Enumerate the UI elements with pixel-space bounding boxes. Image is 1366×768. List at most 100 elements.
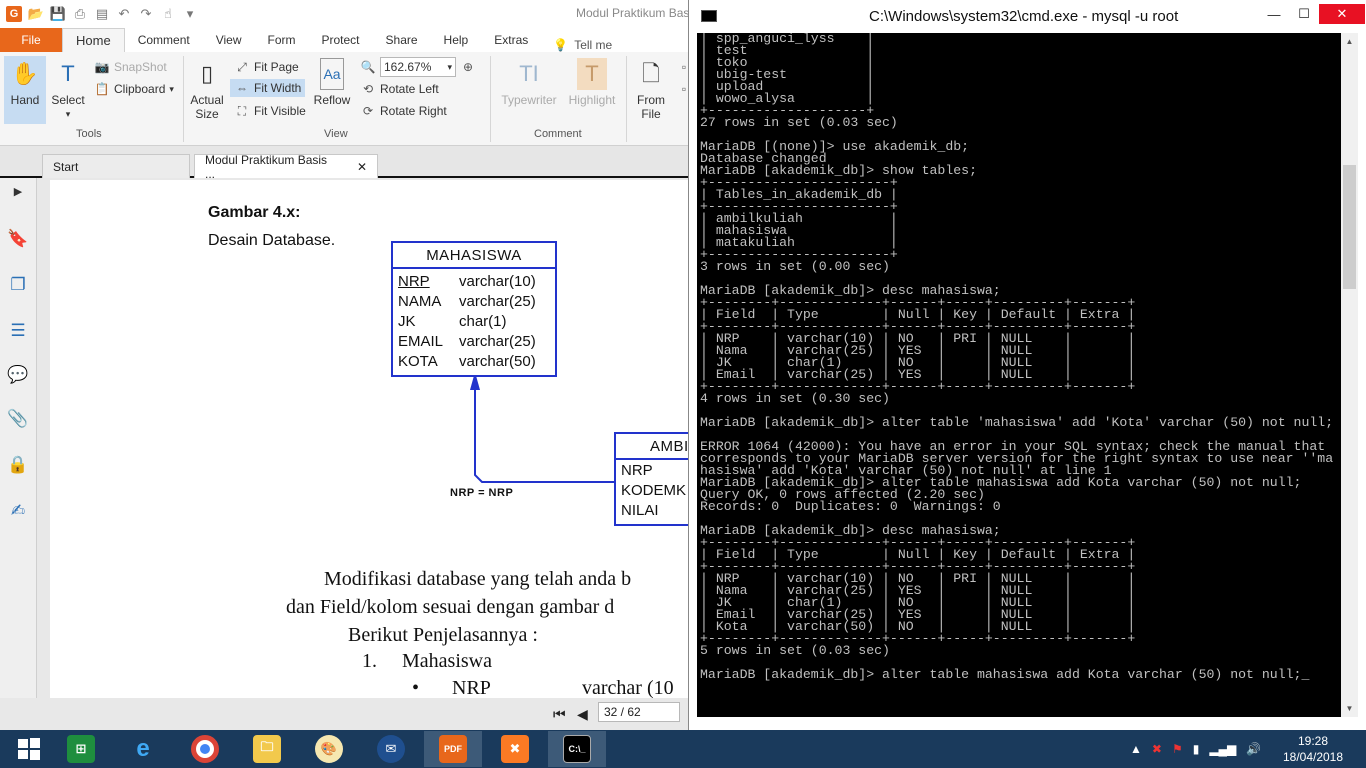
tab-form[interactable]: Form [255, 28, 309, 52]
scroll-up-icon[interactable]: ▲ [1341, 33, 1358, 50]
xampp-icon: ✖ [501, 735, 529, 763]
cmd-window: C:\Windows\system32\cmd.exe - mysql -u r… [688, 0, 1366, 730]
group-label-view: View [324, 128, 348, 140]
tab-start[interactable]: Start [42, 154, 190, 178]
show-hidden-icons-icon[interactable]: ▲ [1130, 742, 1142, 756]
taskbar-clock[interactable]: 19:28 18/04/2018 [1278, 733, 1348, 765]
taskbar-xampp[interactable]: ✖ [486, 731, 544, 767]
typewriter-button[interactable]: TI Typewriter [498, 58, 560, 108]
volume-icon[interactable]: 🔊 [1246, 742, 1261, 756]
tab-view[interactable]: View [203, 28, 255, 52]
console-output[interactable]: | spp_anguci_lyss | | test | | toko | | … [697, 33, 1341, 717]
open-icon[interactable]: 📂 [28, 6, 44, 22]
zoom-out-icon[interactable]: 🔍 [360, 59, 376, 75]
typewriter-icon: TI [519, 61, 539, 86]
tab-document[interactable]: Modul Praktikum Basis ... ✕ [194, 153, 378, 181]
first-page-icon[interactable]: ⏮ [553, 706, 566, 723]
fit-page-button[interactable]: ⤢ Fit Page [234, 59, 299, 75]
scroll-down-icon[interactable]: ▼ [1341, 700, 1358, 717]
windows-logo-icon [18, 738, 40, 760]
tab-extras[interactable]: Extras [481, 28, 541, 52]
bookmark-icon[interactable]: 🔖 [7, 228, 29, 250]
fit-width-icon: ⇔ [236, 81, 248, 95]
start-button[interactable] [0, 731, 58, 767]
taskbar-pdf-reader[interactable]: PDF [424, 731, 482, 767]
palette-icon: 🎨 [315, 735, 343, 763]
rotate-right-button[interactable]: ⟳ Rotate Right [360, 103, 447, 119]
bullet-icon: • [412, 677, 420, 698]
document-tabs: Start Modul Praktikum Basis ... ✕ [0, 146, 700, 181]
hand-tool-icon[interactable]: ☝ [160, 6, 176, 22]
rotate-left-button[interactable]: ⟲ Rotate Left [360, 81, 439, 97]
zoom-select[interactable]: 162.67% ▾ [380, 57, 456, 77]
quick-access-toolbar: G 📂 💾 ⎙ ▤ ↶ ↷ ☝ ▾ Modul Praktikum Bas [0, 0, 700, 28]
expand-panel-icon[interactable]: ▶ [7, 180, 29, 202]
signature-icon[interactable]: ✍ [7, 500, 29, 522]
pages-icon[interactable]: ❐ [7, 274, 29, 296]
console-icon [701, 10, 717, 22]
tab-protect[interactable]: Protect [309, 28, 373, 52]
layers-icon[interactable]: ☰ [7, 320, 29, 342]
zoom-in-icon[interactable]: ⊕ [460, 59, 476, 75]
scroll-thumb[interactable] [1343, 165, 1356, 289]
entity-row: NAMA varchar(25) [398, 293, 536, 310]
entity-ambilkuliah: AMBI NRP KODEMK NILAI [614, 432, 690, 526]
highlight-button[interactable]: T Highlight [566, 58, 618, 107]
spreadsheet-icon: ⊞ [67, 735, 95, 763]
undo-icon[interactable]: ↶ [116, 6, 132, 22]
comments-icon[interactable]: 💬 [7, 364, 29, 386]
lock-icon[interactable]: 🔒 [7, 454, 29, 476]
entity-header: MAHASISWA [393, 243, 555, 269]
tab-home[interactable]: Home [62, 28, 125, 52]
select-text-icon: T [61, 61, 75, 86]
flag-icon[interactable]: ⚑ [1172, 742, 1183, 756]
print-icon[interactable]: ⎙ [72, 6, 88, 22]
save-icon[interactable]: 💾 [50, 6, 66, 22]
network-warning-icon[interactable]: ✖ [1152, 742, 1162, 756]
minimize-button[interactable]: — [1259, 4, 1289, 24]
taskbar-ie[interactable]: e [114, 731, 172, 767]
maximize-button[interactable]: ☐ [1289, 4, 1319, 24]
taskbar: ⊞ e 🗀 🎨 ✉ PDF ✖ C:\_ ▲ ✖ ⚑ ▮ ▂▄▆ 🔊 19:28… [0, 730, 1366, 768]
tab-help[interactable]: Help [431, 28, 482, 52]
signal-icon[interactable]: ▂▄▆ [1209, 742, 1236, 756]
attachment-icon[interactable]: 📎 [7, 408, 29, 430]
taskbar-explorer[interactable]: 🗀 [238, 731, 296, 767]
taskbar-thunderbird[interactable]: ✉ [362, 731, 420, 767]
properties-icon[interactable]: ▤ [94, 6, 110, 22]
tab-file[interactable]: File [0, 28, 62, 52]
battery-icon[interactable]: ▮ [1193, 742, 1200, 756]
fit-width-button[interactable]: ⇔ Fit Width [230, 79, 306, 97]
group-label-comment: Comment [534, 128, 582, 140]
fit-visible-button[interactable]: ⛶ Fit Visible [234, 103, 306, 119]
reflow-button[interactable]: Aa Reflow [312, 58, 352, 107]
clipboard-button[interactable]: 📋 Clipboard ▾ [94, 81, 174, 97]
cmd-title-bar[interactable]: C:\Windows\system32\cmd.exe - mysql -u r… [689, 0, 1366, 32]
tab-share[interactable]: Share [373, 28, 431, 52]
clock-time: 19:28 [1297, 734, 1329, 748]
close-button[interactable]: ✕ [1319, 4, 1365, 24]
redo-icon[interactable]: ↷ [138, 6, 154, 22]
taskbar-paint[interactable]: 🎨 [300, 731, 358, 767]
taskbar-chrome[interactable] [176, 731, 234, 767]
from-file-button[interactable]: 🗋 From File [632, 58, 670, 122]
entity-row: JK char(1) [398, 313, 507, 330]
hand-button[interactable]: ✋ Hand [4, 56, 46, 124]
tell-me-search[interactable]: 💡 Tell me [541, 38, 612, 52]
snapshot-button[interactable]: 📷 SnapShot [94, 59, 167, 75]
select-button[interactable]: T Select ▾ [48, 58, 88, 121]
close-icon[interactable]: ✕ [357, 160, 367, 174]
page-number-input[interactable]: 32 / 62 [598, 702, 680, 722]
tab-comment[interactable]: Comment [125, 28, 203, 52]
taskbar-cmd[interactable]: C:\_ [548, 731, 606, 767]
cmd-window-title: C:\Windows\system32\cmd.exe - mysql -u r… [869, 8, 1179, 25]
highlight-icon: T [577, 58, 607, 90]
taskbar-excel[interactable]: ⊞ [52, 731, 110, 767]
previous-page-icon[interactable]: ◀ [577, 706, 588, 723]
customize-dropdown-icon[interactable]: ▾ [182, 6, 198, 22]
console-scrollbar[interactable]: ▲ ▼ [1341, 33, 1358, 717]
list-number: 1. [362, 650, 377, 672]
console-text: | spp_anguci_lyss | | test | | toko | | … [700, 33, 1334, 682]
actual-size-button[interactable]: ▯ Actual Size [188, 58, 226, 122]
reflow-icon: Aa [320, 58, 344, 90]
